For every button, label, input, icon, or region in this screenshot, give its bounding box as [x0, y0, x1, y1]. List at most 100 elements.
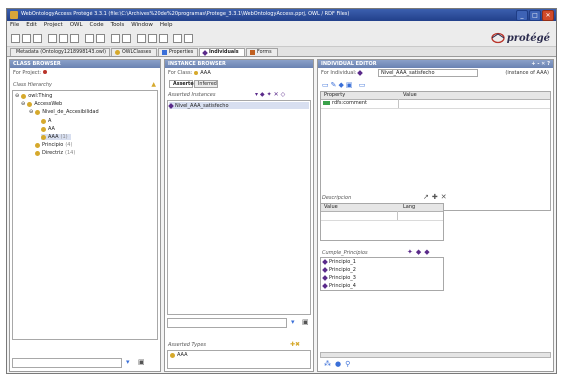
cumple-actions-icons[interactable]: ✦◆◆ — [407, 248, 433, 256]
individual-editor-panel: INDIVIDUAL EDITOR + - ✕ ? For Individual… — [317, 59, 554, 372]
grid-2-icon[interactable] — [148, 34, 157, 43]
forward-icon[interactable] — [122, 34, 131, 43]
tab-properties[interactable]: Properties — [158, 48, 198, 56]
maximize-button[interactable]: □ — [529, 10, 541, 21]
individual-icon — [322, 275, 328, 281]
grid-3-icon[interactable] — [159, 34, 168, 43]
class-icon — [35, 142, 40, 148]
protege-window: WebOntologyAccess Protégé 3.3.1 (file:\C… — [6, 8, 557, 374]
individual-icon — [322, 283, 328, 289]
type-actions-icons[interactable]: ✚✖ — [290, 341, 300, 348]
individual-icon — [357, 70, 364, 76]
horizontal-scrollbar[interactable] — [320, 352, 551, 358]
class-icon — [194, 71, 199, 75]
type-item[interactable]: AAA — [170, 352, 188, 358]
tree-node-principio[interactable]: Principio (4) — [35, 142, 72, 148]
expand-icon[interactable]: ⊖ — [15, 93, 19, 99]
nav-left-icon[interactable] — [173, 34, 182, 43]
property-row[interactable]: rdfs:comment — [323, 100, 367, 106]
types-list: AAA — [167, 350, 311, 369]
tree-node-accessweb[interactable]: ⊖ AccessWeb — [21, 101, 62, 107]
subtab-inferred[interactable]: Inferred — [194, 80, 218, 88]
tree-node-aaa[interactable]: AAA (1) — [41, 134, 71, 140]
class-icon — [41, 134, 46, 140]
tree-node-aa[interactable]: AA — [41, 126, 55, 132]
menu-file[interactable]: File — [10, 21, 19, 30]
menu-bar: File Edit Project OWL Code Tools Window … — [7, 21, 556, 30]
open-project-icon[interactable] — [22, 34, 31, 43]
toolbar: protégé — [7, 30, 556, 47]
editor-toolbar-icons[interactable]: ▭✎◆▣ ▭ — [322, 81, 367, 89]
class-browser-header: CLASS BROWSER — [10, 60, 160, 68]
save-project-icon[interactable] — [33, 34, 42, 43]
search-dropdown-icon[interactable]: ▾ — [126, 359, 130, 366]
copy-icon[interactable] — [59, 34, 68, 43]
tree-node-owl-thing[interactable]: ⊖ owl:Thing — [15, 93, 52, 99]
window-title: WebOntologyAccess Protégé 3.3.1 (file:\C… — [21, 11, 350, 17]
for-project-label: For Project: — [13, 70, 47, 76]
descripcion-label: Descripcion — [322, 195, 352, 201]
back-icon[interactable] — [111, 34, 120, 43]
menu-tools[interactable]: Tools — [111, 21, 125, 30]
principio-item[interactable]: Principio_2 — [322, 267, 356, 273]
expand-icon[interactable]: ⊖ — [21, 101, 25, 107]
for-individual-label: For Individual: — [321, 70, 364, 76]
class-tool-icon[interactable]: ▲ — [151, 81, 156, 88]
class-icon — [170, 352, 175, 358]
project-icon — [42, 70, 47, 74]
title-bar: WebOntologyAccess Protégé 3.3.1 (file:\C… — [7, 9, 556, 21]
principio-item[interactable]: Principio_1 — [322, 259, 356, 265]
tab-owlclasses[interactable]: OWLClasses — [111, 48, 157, 56]
minimize-button[interactable]: _ — [516, 10, 528, 21]
menu-window[interactable]: Window — [131, 21, 153, 30]
search-dropdown-icon[interactable]: ▾ — [291, 319, 295, 326]
menu-help[interactable]: Help — [160, 21, 173, 30]
tree-node-directriz[interactable]: Directriz (14) — [35, 150, 75, 156]
instance-actions-icons[interactable]: ▾◆✦✕◇ — [255, 91, 287, 98]
principio-item[interactable]: Principio_3 — [322, 275, 356, 281]
principio-item[interactable]: Principio_4 — [322, 283, 356, 289]
close-button[interactable]: ✕ — [542, 10, 554, 21]
property-table-header: Property Value — [321, 92, 550, 100]
menu-code[interactable]: Code — [90, 21, 104, 30]
column-divider — [397, 211, 398, 220]
class-icon — [41, 118, 46, 124]
instance-browser-header: INSTANCE BROWSER — [165, 60, 313, 68]
descripcion-actions-icons[interactable]: ↗✚✕ — [423, 193, 450, 201]
menu-owl[interactable]: OWL — [70, 21, 83, 30]
cut-icon[interactable] — [85, 34, 94, 43]
app-icon — [10, 11, 18, 19]
tree-node-nivel[interactable]: ⊖ Nivel_de_Accesibilidad — [29, 109, 99, 115]
subtab-asserted[interactable]: Asserted — [169, 80, 197, 88]
editor-footer-icons[interactable]: ⁂●⚲ — [324, 360, 354, 368]
protege-logo-icon — [491, 32, 505, 44]
undo-icon[interactable] — [48, 34, 57, 43]
instance-search-input[interactable] — [167, 318, 287, 328]
nav-right-icon[interactable] — [184, 34, 193, 43]
menu-project[interactable]: Project — [44, 21, 63, 30]
asserted-instances-label: Asserted Instances — [168, 92, 216, 98]
expand-icon[interactable]: ⊖ — [29, 109, 33, 115]
tree-node-a[interactable]: A — [41, 118, 51, 124]
class-icon — [35, 150, 40, 156]
new-project-icon[interactable] — [11, 34, 20, 43]
principios-list: Principio_1 Principio_2 Principio_3 Prin… — [320, 257, 444, 291]
paste-icon[interactable] — [70, 34, 79, 43]
instance-item[interactable]: Nivel_AAA_satisfecho — [168, 102, 309, 109]
grid-1-icon[interactable] — [137, 34, 146, 43]
editor-header-icons[interactable]: + - ✕ ? — [531, 60, 550, 68]
class-tree: ⊖ owl:Thing ⊖ AccessWeb ⊖ Nivel_de_Acces… — [12, 90, 158, 340]
class-search-input[interactable] — [12, 358, 122, 368]
tab-forms[interactable]: Forms — [246, 48, 278, 56]
tab-metadata[interactable]: Metadata (Ontology1218998143.owl) — [10, 48, 110, 56]
menu-edit[interactable]: Edit — [26, 21, 37, 30]
row-divider — [321, 220, 443, 221]
cumple-principios-label: Cumple_Principios — [322, 250, 368, 256]
find-instance-icon[interactable]: ▣ — [302, 319, 309, 326]
tab-individuals[interactable]: Individuals — [199, 48, 245, 56]
descripcion-table: Value Lang — [320, 203, 444, 241]
insert-icon[interactable] — [96, 34, 105, 43]
individual-name-field[interactable]: Nivel_AAA_satisfecho — [378, 69, 478, 77]
class-icon — [35, 109, 41, 115]
find-class-icon[interactable]: ▣ — [138, 359, 145, 366]
